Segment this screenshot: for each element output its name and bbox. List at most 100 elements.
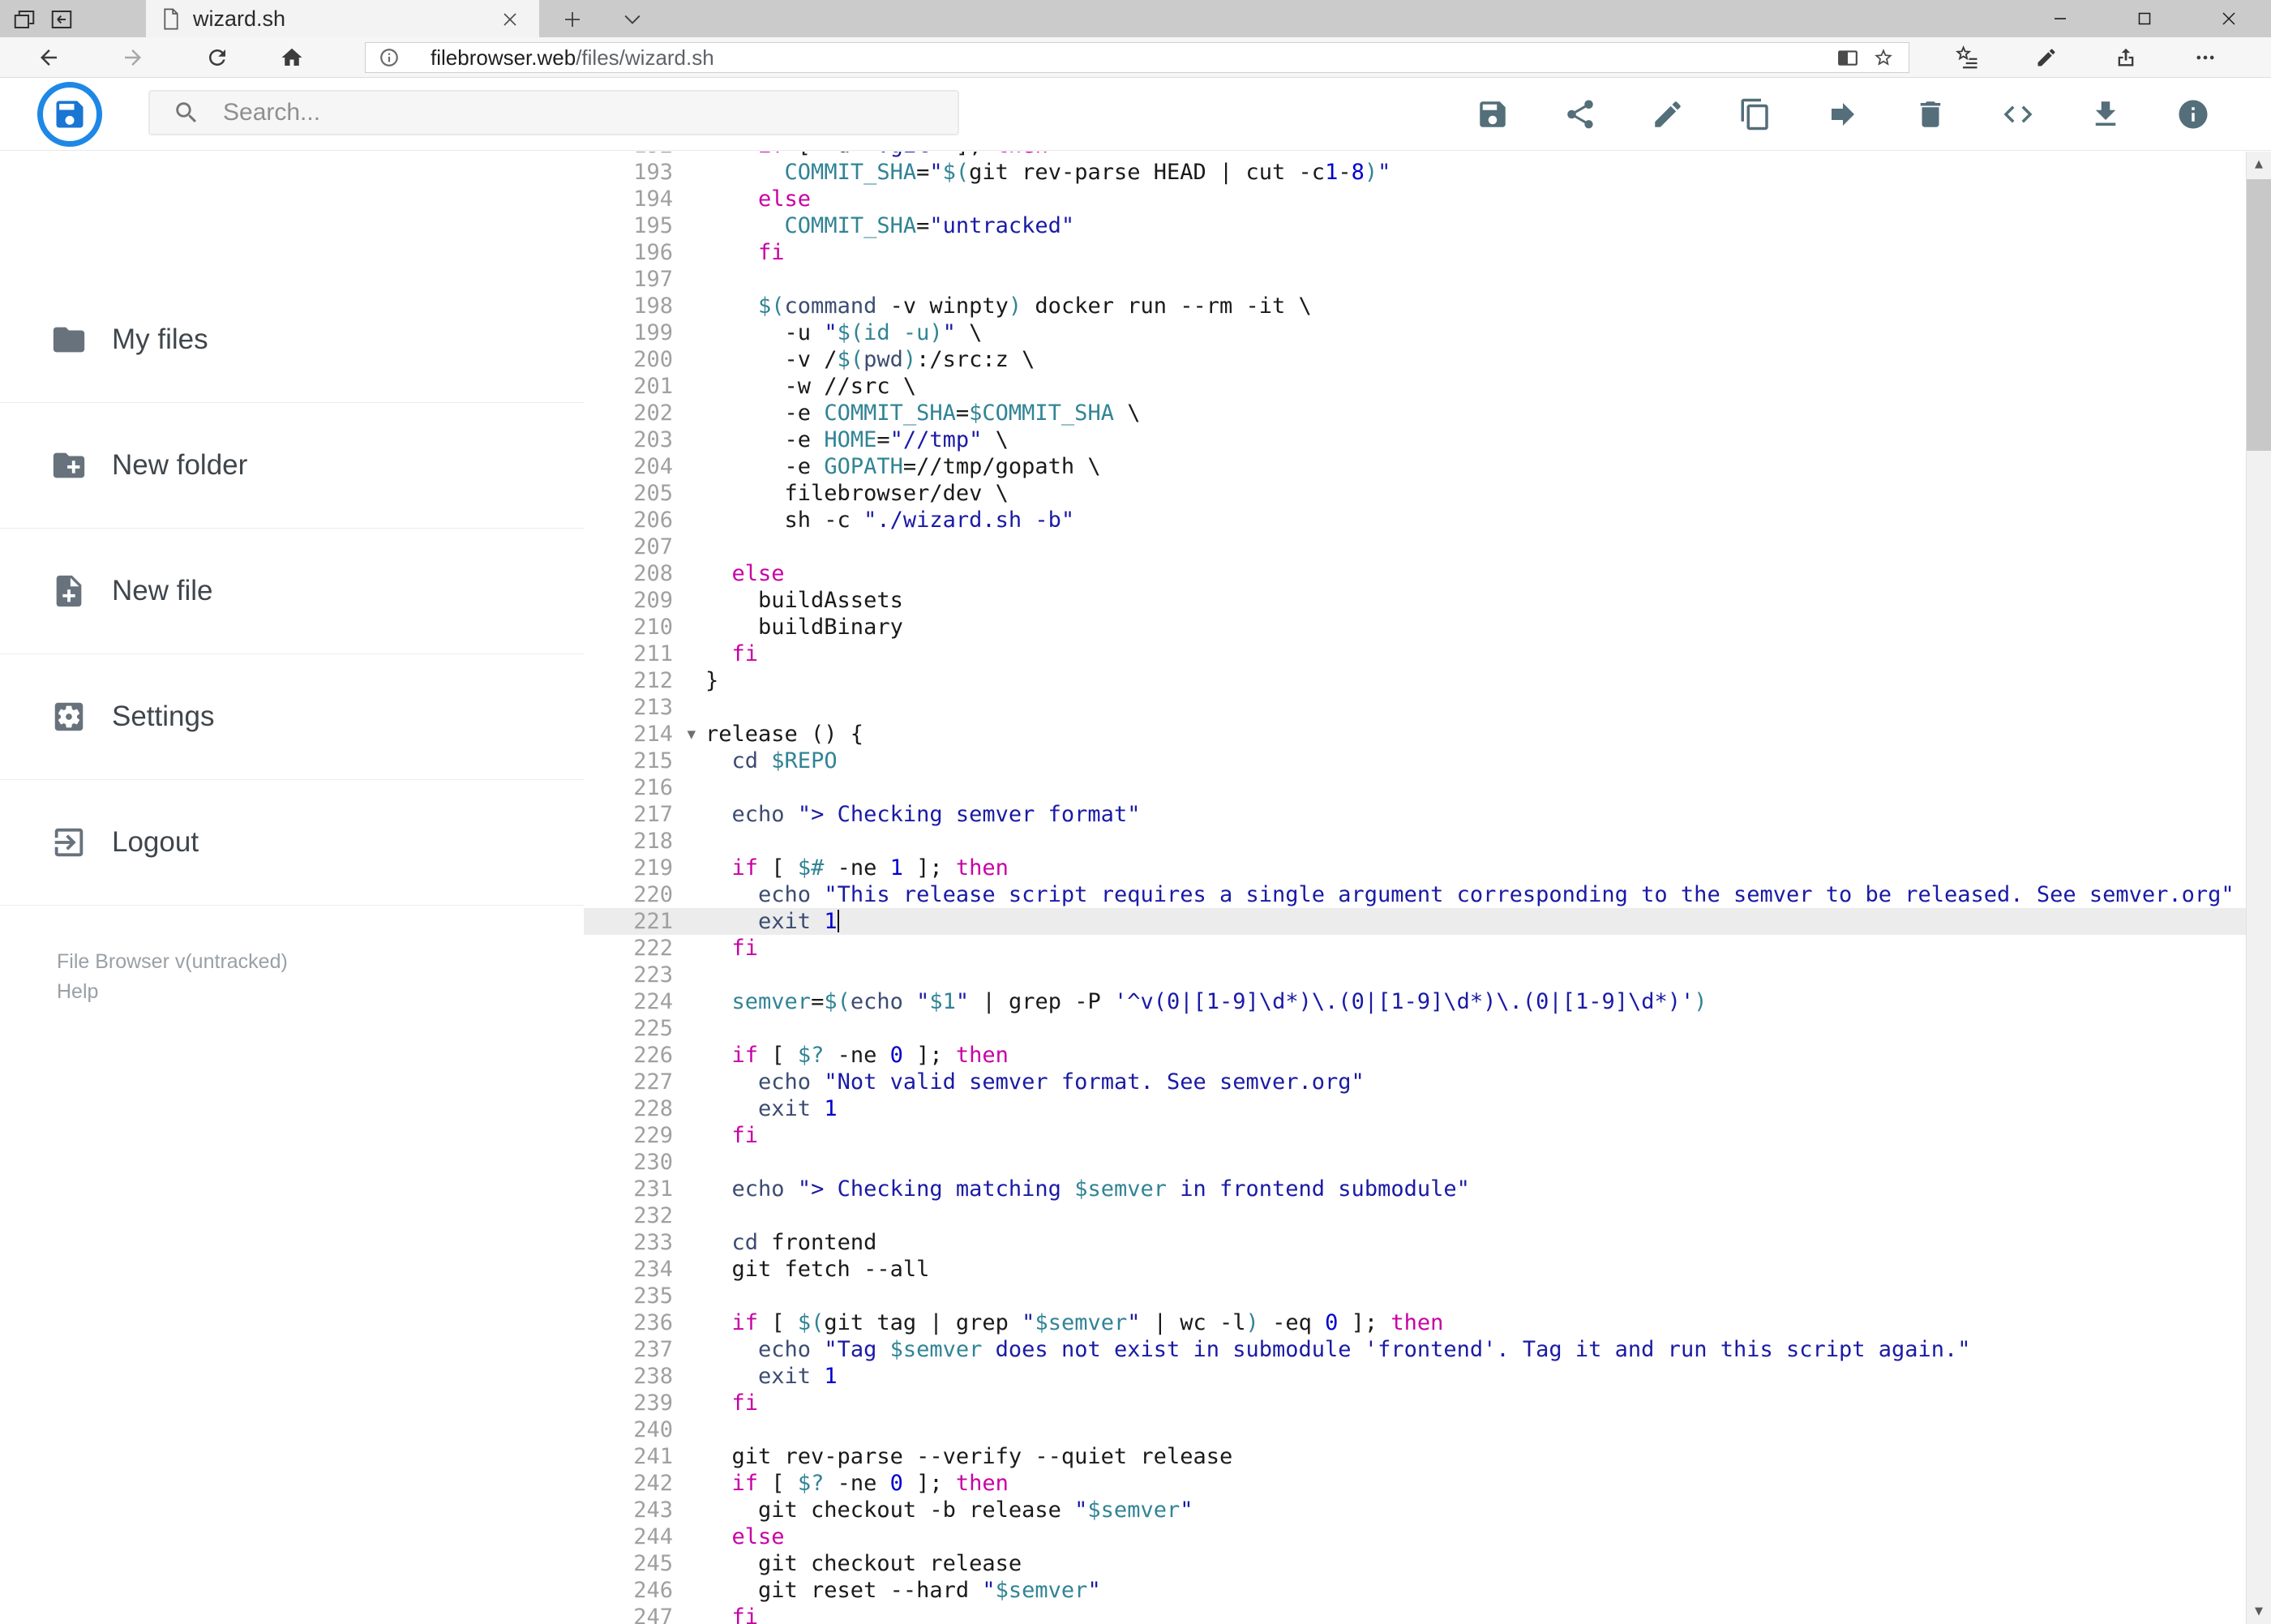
code-line[interactable]: 229 fi xyxy=(584,1122,2246,1149)
raw-code-button[interactable] xyxy=(2001,97,2035,131)
save-button[interactable] xyxy=(1476,97,1510,131)
code-line[interactable]: 235 xyxy=(584,1283,2246,1309)
code-editor[interactable]: 192 if [ -d ".git" ]; then193 COMMIT_SHA… xyxy=(584,152,2246,1624)
code-line[interactable]: 228 exit 1 xyxy=(584,1095,2246,1122)
home-icon[interactable] xyxy=(279,45,305,71)
tab-close-icon[interactable] xyxy=(497,6,523,32)
code-line[interactable]: 231 echo "> Checking matching $semver in… xyxy=(584,1176,2246,1202)
code-line[interactable]: 247 fi xyxy=(584,1604,2246,1624)
code-line[interactable]: 217 echo "> Checking semver format" xyxy=(584,801,2246,828)
code-line[interactable]: 230 xyxy=(584,1149,2246,1176)
sidebar-item-new-file[interactable]: New file xyxy=(0,529,584,654)
code-line[interactable]: 205 filebrowser/dev \ xyxy=(584,480,2246,507)
favorite-star-icon[interactable] xyxy=(1873,47,1894,68)
window-close-button[interactable] xyxy=(2187,0,2271,37)
code-line[interactable]: 238 exit 1 xyxy=(584,1363,2246,1390)
browser-tab[interactable]: wizard.sh xyxy=(146,0,539,37)
tab-preview-chevron-icon[interactable] xyxy=(616,5,649,34)
sidebar-item-my-files[interactable]: My files xyxy=(0,277,584,403)
code-line[interactable]: 207 xyxy=(584,533,2246,560)
code-line[interactable]: 241 git rev-parse --verify --quiet relea… xyxy=(584,1443,2246,1470)
scrollbar[interactable]: ▲ ▼ xyxy=(2246,152,2271,1624)
code-line[interactable]: 245 git checkout release xyxy=(584,1550,2246,1577)
code-line[interactable]: 209 buildAssets xyxy=(584,587,2246,614)
code-line[interactable]: 215 cd $REPO xyxy=(584,748,2246,774)
fold-icon[interactable]: ▾ xyxy=(687,721,696,748)
rename-button[interactable] xyxy=(1651,97,1685,131)
code-line[interactable]: 196 fi xyxy=(584,239,2246,266)
window-minimize-button[interactable] xyxy=(2018,0,2102,37)
code-line[interactable]: 214 ▾ release () { xyxy=(584,721,2246,748)
share-button[interactable] xyxy=(1563,97,1597,131)
code-line[interactable]: 203 -e HOME="//tmp" \ xyxy=(584,426,2246,453)
code-line[interactable]: 226 if [ $? -ne 0 ]; then xyxy=(584,1042,2246,1069)
back-icon[interactable] xyxy=(36,45,62,71)
code-line[interactable]: 200 -v /$(pwd):/src:z \ xyxy=(584,346,2246,373)
line-number: 214 ▾ xyxy=(633,721,696,748)
code-line[interactable]: 194 else xyxy=(584,186,2246,212)
code-line[interactable]: 242 if [ $? -ne 0 ]; then xyxy=(584,1470,2246,1497)
code-line[interactable]: 204 -e GOPATH=//tmp/gopath \ xyxy=(584,453,2246,480)
code-line[interactable]: 199 -u "$(id -u)" \ xyxy=(584,319,2246,346)
tabs-set-aside-icon[interactable] xyxy=(8,5,41,34)
code-line[interactable]: 246 git reset --hard "$semver" xyxy=(584,1577,2246,1604)
code-line[interactable]: 195 COMMIT_SHA="untracked" xyxy=(584,212,2246,239)
code-line[interactable]: 232 xyxy=(584,1202,2246,1229)
help-link[interactable]: Help xyxy=(57,977,288,1007)
code-line[interactable]: 239 fi xyxy=(584,1390,2246,1416)
share-page-icon[interactable] xyxy=(2113,45,2139,71)
window-maximize-button[interactable] xyxy=(2102,0,2187,37)
move-button[interactable] xyxy=(1826,97,1860,131)
code-line[interactable]: 192 if [ -d ".git" ]; then xyxy=(584,152,2246,159)
code-line[interactable]: 198 $(command -v winpty) docker run --rm… xyxy=(584,293,2246,319)
code-line[interactable]: 233 cd frontend xyxy=(584,1229,2246,1256)
code-line[interactable]: 234 git fetch --all xyxy=(584,1256,2246,1283)
scrollbar-thumb[interactable] xyxy=(2247,179,2271,451)
set-tabs-aside-icon[interactable] xyxy=(45,5,78,34)
code-line[interactable]: 244 else xyxy=(584,1523,2246,1550)
download-button[interactable] xyxy=(2089,97,2123,131)
code-line[interactable]: 220 echo "This release script requires a… xyxy=(584,881,2246,908)
hub-favorites-icon[interactable] xyxy=(1954,45,1980,71)
sidebar-item-logout[interactable]: Logout xyxy=(0,780,584,906)
code-line[interactable]: 221 exit 1 xyxy=(584,908,2246,935)
sidebar-item-settings[interactable]: Settings xyxy=(0,654,584,780)
code-line[interactable]: 210 buildBinary xyxy=(584,614,2246,641)
scrollbar-down-icon[interactable]: ▼ xyxy=(2247,1599,2271,1624)
info-button[interactable] xyxy=(2176,97,2210,131)
search-input[interactable]: Search... xyxy=(148,90,959,135)
code-line[interactable]: 222 fi xyxy=(584,935,2246,962)
code-line[interactable]: 227 echo "Not valid semver format. See s… xyxy=(584,1069,2246,1095)
code-line[interactable]: 201 -w //src \ xyxy=(584,373,2246,400)
code-line[interactable]: 197 xyxy=(584,266,2246,293)
address-bar[interactable]: filebrowser.web/files/wizard.sh xyxy=(365,42,1909,73)
code-line[interactable]: 202 -e COMMIT_SHA=$COMMIT_SHA \ xyxy=(584,400,2246,426)
sidebar-item-new-folder[interactable]: New folder xyxy=(0,403,584,529)
code-line[interactable]: 212} xyxy=(584,667,2246,694)
code-line[interactable]: 216 xyxy=(584,774,2246,801)
code-line[interactable]: 208 else xyxy=(584,560,2246,587)
code-line[interactable]: 237 echo "Tag $semver does not exist in … xyxy=(584,1336,2246,1363)
delete-button[interactable] xyxy=(1913,97,1947,131)
refresh-icon[interactable] xyxy=(204,45,230,71)
code-line[interactable]: 236 if [ $(git tag | grep "$semver" | wc… xyxy=(584,1309,2246,1336)
code-line[interactable]: 213 xyxy=(584,694,2246,721)
code-line[interactable]: 193 COMMIT_SHA="$(git rev-parse HEAD | c… xyxy=(584,159,2246,186)
code-line[interactable]: 218 xyxy=(584,828,2246,855)
code-line[interactable]: 219 if [ $# -ne 1 ]; then xyxy=(584,855,2246,881)
code-line[interactable]: 206 sh -c "./wizard.sh -b" xyxy=(584,507,2246,533)
site-info-icon[interactable] xyxy=(379,47,400,68)
scrollbar-up-icon[interactable]: ▲ xyxy=(2247,152,2271,177)
more-options-icon[interactable] xyxy=(2192,45,2218,71)
code-line[interactable]: 240 xyxy=(584,1416,2246,1443)
code-line[interactable]: 224 semver=$(echo "$1" | grep -P '^v(0|[… xyxy=(584,988,2246,1015)
code-line[interactable]: 211 fi xyxy=(584,641,2246,667)
code-line[interactable]: 243 git checkout -b release "$semver" xyxy=(584,1497,2246,1523)
forward-icon[interactable] xyxy=(120,45,146,71)
reading-view-icon[interactable] xyxy=(1837,47,1858,68)
web-note-pen-icon[interactable] xyxy=(2033,45,2059,71)
code-line[interactable]: 223 xyxy=(584,962,2246,988)
code-line[interactable]: 225 xyxy=(584,1015,2246,1042)
copy-button[interactable] xyxy=(1738,97,1772,131)
new-tab-button[interactable] xyxy=(556,5,589,34)
